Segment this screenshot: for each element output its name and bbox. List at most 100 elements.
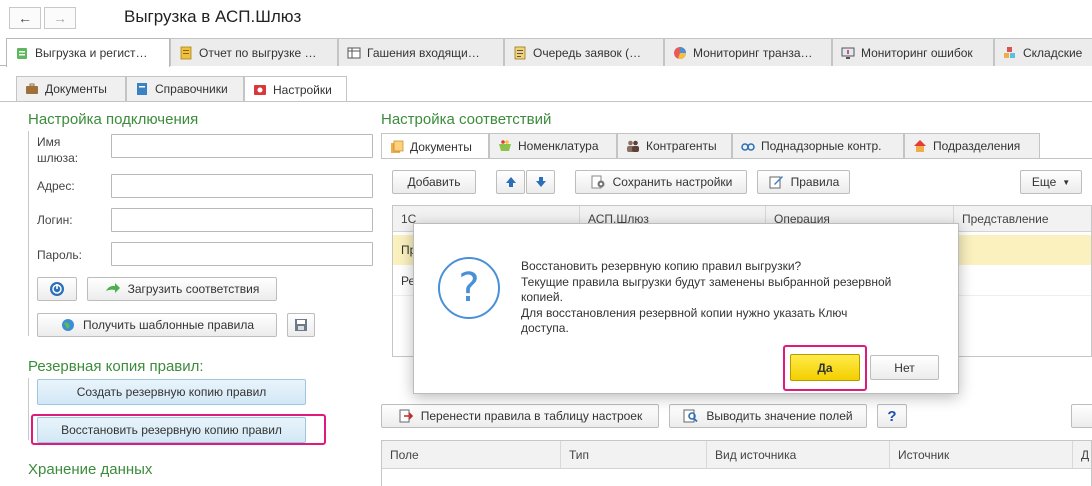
tab-label: Контрагенты	[646, 139, 717, 153]
forward-button[interactable]: →	[44, 7, 76, 29]
subtab-catalogs[interactable]: Справочники	[126, 76, 244, 101]
restore-button-highlight	[31, 414, 326, 445]
tab-incoming-redemptions[interactable]: Гашения входящи…	[338, 38, 504, 66]
tab-warehouse[interactable]: Складские	[994, 38, 1092, 66]
mapping-tab-nomenclature[interactable]: Номенклатура	[489, 133, 617, 158]
tab-label: Поднадзорные контр.	[761, 139, 882, 153]
column-header[interactable]: Поле	[382, 441, 560, 469]
report-icon	[180, 46, 192, 59]
dialog-line: Для восстановления резервной копии нужно…	[521, 305, 848, 320]
button-label: Сохранить настройки	[612, 175, 733, 189]
backup-group-line	[28, 378, 29, 440]
fields-table[interactable]: Поле Тип Вид источника Источник Д	[381, 440, 1092, 486]
magnifier-icon	[683, 409, 699, 423]
mapping-tab-contractors[interactable]: Контрагенты	[617, 133, 732, 158]
column-header[interactable]: Источник	[889, 441, 1072, 469]
button-label: Еще	[1031, 175, 1057, 189]
column-header[interactable]: Представление	[953, 206, 1092, 232]
arrow-right-icon	[105, 283, 120, 293]
window-title: Выгрузка в АСП.Шлюз	[124, 7, 302, 26]
transfer-rules-button[interactable]: Перенести правила в таблицу настроек	[381, 404, 659, 428]
more-lower-button[interactable]	[1071, 404, 1092, 428]
tab-label: Мониторинг ошибок	[861, 45, 973, 60]
tab-label: Мониторинг транза…	[693, 45, 813, 60]
more-button[interactable]: Еще ▼	[1020, 170, 1082, 194]
gear-document-icon	[591, 175, 605, 189]
globe-icon	[61, 319, 74, 331]
address-field[interactable]	[111, 174, 373, 198]
rules-button[interactable]: Правила	[757, 170, 850, 194]
tab-error-monitoring[interactable]: Мониторинг ошибок	[832, 38, 994, 66]
tab-upload-register[interactable]: Выгрузка и регист…	[6, 38, 170, 67]
arrow-down-icon	[535, 177, 546, 187]
tab-transaction-monitoring[interactable]: Мониторинг транза…	[664, 38, 832, 66]
move-up-button[interactable]	[496, 170, 525, 194]
save-button[interactable]	[287, 313, 315, 337]
add-button[interactable]: Добавить	[392, 170, 476, 194]
save-settings-button[interactable]: Сохранить настройки	[575, 170, 747, 194]
subtab-label: Справочники	[155, 82, 228, 96]
tab-label: Гашения входящи…	[367, 45, 480, 60]
confirm-dialog: ? Восстановить резервную копию правил вы…	[413, 223, 959, 394]
help-button[interactable]: ?	[877, 404, 907, 428]
arrow-up-icon	[505, 177, 516, 187]
connection-heading: Настройка подключения	[28, 111, 199, 128]
documents-icon	[391, 140, 404, 153]
settings-icon	[254, 84, 266, 95]
subtab-label: Настройки	[273, 82, 332, 97]
floppy-disk-icon	[295, 319, 307, 331]
gateway-name-field[interactable]	[111, 134, 373, 158]
binoculars-icon	[741, 143, 755, 151]
move-down-button[interactable]	[526, 170, 555, 194]
briefcase-icon	[26, 83, 38, 94]
subtab-label: Документы	[45, 82, 107, 96]
get-template-rules-button[interactable]: Получить шаблонные правила	[37, 313, 277, 337]
tab-label: Подразделения	[933, 139, 1021, 153]
help-icon: ?	[887, 407, 897, 425]
mapping-tab-supervised[interactable]: Поднадзорные контр.	[732, 133, 904, 158]
transfer-icon	[399, 409, 413, 423]
tab-label: Номенклатура	[518, 139, 599, 153]
rules-icon	[769, 176, 783, 189]
subtab-underline	[0, 101, 1092, 102]
backup-heading: Резервная копия правил:	[28, 358, 204, 375]
button-label: Нет	[894, 360, 915, 375]
tab-label: Отчет по выгрузке …	[199, 45, 317, 60]
password-label: Пароль:	[37, 248, 82, 262]
dialog-message: Восстановить резервную копию правил выгр…	[521, 259, 941, 337]
tab-label: Очередь заявок (…	[533, 45, 642, 60]
subtab-settings[interactable]: Настройки	[244, 76, 347, 102]
button-label: Правила	[790, 175, 840, 189]
gateway-name-label: Имя шлюза:	[37, 135, 79, 165]
tab-label: Складские	[1023, 45, 1083, 60]
connect-button[interactable]	[37, 277, 77, 301]
subtab-documents[interactable]: Документы	[16, 76, 126, 101]
column-header[interactable]: Вид источника	[706, 441, 889, 469]
back-button[interactable]: ←	[9, 7, 41, 29]
login-field[interactable]	[111, 208, 373, 232]
mapping-tab-documents[interactable]: Документы	[381, 133, 489, 159]
password-field[interactable]	[111, 242, 373, 266]
show-field-values-button[interactable]: Выводить значение полей	[669, 404, 867, 428]
button-label: Получить шаблонные правила	[82, 318, 254, 332]
address-label: Адрес:	[37, 179, 75, 193]
dialog-line: копией.	[521, 290, 563, 304]
dialog-line: Восстановить резервную копию правил выгр…	[521, 259, 802, 273]
people-icon	[627, 140, 639, 152]
mapping-tab-underline	[381, 158, 1092, 159]
load-mappings-button[interactable]: Загрузить соответствия	[87, 277, 277, 301]
yes-button[interactable]: Да	[790, 354, 860, 381]
no-button[interactable]: Нет	[870, 355, 939, 380]
button-label: Создать резервную копию правил	[76, 385, 267, 399]
storage-heading: Хранение данных	[28, 461, 153, 478]
mapping-tab-divisions[interactable]: Подразделения	[904, 133, 1040, 158]
tab-request-queue[interactable]: Очередь заявок (…	[504, 38, 664, 66]
document-green-icon	[17, 48, 27, 59]
column-header[interactable]: Д	[1072, 441, 1092, 469]
basket-icon	[499, 140, 511, 151]
pie-chart-icon	[674, 46, 687, 59]
column-header[interactable]: Тип	[560, 441, 706, 469]
create-backup-button[interactable]: Создать резервную копию правил	[37, 379, 306, 405]
tab-upload-report[interactable]: Отчет по выгрузке …	[170, 38, 338, 66]
dialog-line: Текущие правила выгрузки будут заменены …	[521, 274, 892, 289]
